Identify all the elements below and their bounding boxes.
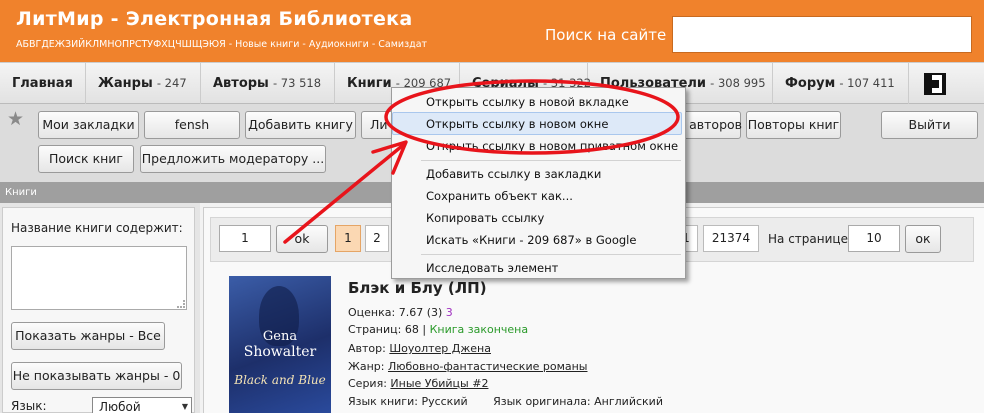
- nav-forum[interactable]: Форум - 107 411: [773, 63, 909, 104]
- nav-authors[interactable]: Авторы - 73 518: [201, 63, 335, 104]
- menu-separator: [421, 160, 681, 161]
- ctx-open-private-window[interactable]: Открыть ссылку в новом приватном окне: [426, 139, 678, 153]
- book-title[interactable]: Блэк и Блу (ЛП): [348, 279, 487, 297]
- bookmarks-button[interactable]: Мои закладки: [38, 111, 139, 139]
- language-label: Язык:: [11, 399, 47, 413]
- ctx-open-new-tab[interactable]: Открыть ссылку в новой вкладке: [426, 95, 629, 109]
- cover-author-first: Gena: [262, 329, 298, 344]
- language-select[interactable]: Любой: [92, 397, 192, 413]
- ctx-search-google[interactable]: Искать «Книги - 209 687» в Google: [426, 233, 636, 247]
- book-repeats-button[interactable]: Повторы книг: [746, 111, 841, 139]
- page-link[interactable]: 1: [335, 225, 361, 252]
- genre-link[interactable]: Любовно-фантастические романы: [388, 360, 588, 373]
- qr-code-icon[interactable]: [924, 73, 946, 95]
- ctx-open-new-window[interactable]: Открыть ссылку в новом окне: [426, 117, 608, 131]
- search-label: Поиск на сайте: [545, 26, 667, 44]
- title-filter-label: Название книги содержит:: [11, 221, 183, 235]
- book-genre: Жанр: Любовно-фантастические романы: [348, 360, 588, 373]
- resize-grip-icon[interactable]: [177, 300, 185, 308]
- book-language: Язык книги: Русский Язык оригинала: Англ…: [348, 395, 663, 408]
- alphabet-subnav[interactable]: АБВГДЕЖЗИЙКЛМНОПРСТУФХЦЧШЩЭЮЯ - Новые кн…: [16, 39, 427, 50]
- book-rating: Оценка: 7.67 (3) 3: [348, 306, 453, 319]
- cover-title: Black and Blue: [234, 373, 326, 387]
- cover-author-last: Showalter: [243, 344, 317, 360]
- series-link[interactable]: Иные Убийцы #2: [390, 377, 488, 390]
- ctx-bookmark-link[interactable]: Добавить ссылку в закладки: [426, 167, 601, 181]
- page-go-button[interactable]: ok: [276, 225, 328, 253]
- site-title[interactable]: ЛитМир - Электронная Библиотека: [16, 8, 413, 30]
- show-genres-button[interactable]: Показать жанры - Все: [11, 322, 165, 350]
- ctx-save-as[interactable]: Сохранить объект как...: [426, 189, 573, 203]
- user-button[interactable]: fensh: [144, 111, 240, 139]
- page-number-input[interactable]: 1: [219, 225, 271, 252]
- star-icon[interactable]: ★: [7, 108, 24, 130]
- page-link[interactable]: 2: [365, 225, 389, 252]
- last-page-link[interactable]: 21374: [703, 225, 759, 252]
- author-link[interactable]: Шоуолтер Джена: [389, 342, 491, 355]
- nav-home[interactable]: Главная: [0, 63, 86, 104]
- book-series: Серия: Иные Убийцы #2: [348, 377, 489, 390]
- site-search-input[interactable]: [672, 16, 972, 53]
- suggest-moderator-button[interactable]: Предложить модератору ...: [140, 145, 326, 173]
- book-cover-image[interactable]: Gena Showalter Black and Blue: [229, 276, 331, 413]
- ctx-copy-link[interactable]: Копировать ссылку: [426, 211, 544, 225]
- nav-genres[interactable]: Жанры - 247: [86, 63, 201, 104]
- per-page-input[interactable]: 10: [848, 225, 900, 252]
- book-author: Автор: Шоуолтер Джена: [348, 342, 491, 355]
- hide-genres-button[interactable]: Не показывать жанры - 0: [11, 362, 182, 390]
- title-filter-textarea[interactable]: [11, 246, 187, 310]
- site-header: ЛитМир - Электронная Библиотека АБВГДЕЖЗ…: [0, 0, 984, 62]
- logout-button[interactable]: Выйти: [881, 111, 978, 139]
- search-books-button[interactable]: Поиск книг: [38, 145, 134, 173]
- menu-separator: [421, 254, 681, 255]
- per-page-go-button[interactable]: ок: [905, 225, 941, 253]
- ctx-inspect-element[interactable]: Исследовать элемент: [426, 261, 558, 275]
- per-page-label: На странице:: [768, 232, 852, 246]
- add-book-button[interactable]: Добавить книгу: [245, 111, 356, 139]
- book-pages: Страниц: 68 | Книга закончена: [348, 323, 529, 336]
